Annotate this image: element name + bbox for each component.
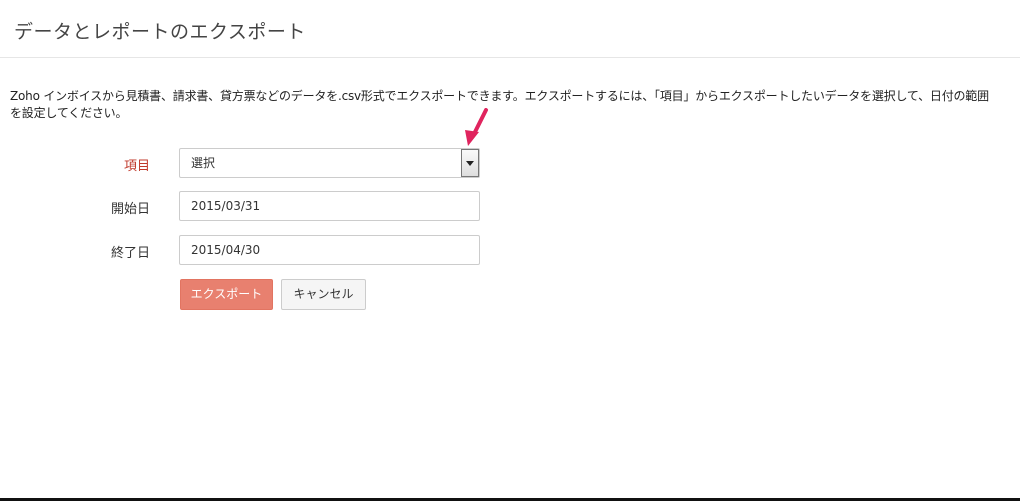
page-header: データとレポートのエクスポート — [0, 0, 1020, 58]
end-date-label: 終了日 — [110, 246, 150, 261]
export-button[interactable]: エクスポート — [180, 279, 273, 310]
chevron-down-icon[interactable] — [461, 149, 479, 177]
page-title: データとレポートのエクスポート — [14, 21, 306, 43]
item-label: 項目 — [123, 159, 150, 174]
export-page: データとレポートのエクスポート Zoho インボイスから見積書、請求書、貸方票な… — [0, 0, 1020, 501]
item-select[interactable]: 選択 — [179, 148, 480, 178]
cancel-button[interactable]: キャンセル — [281, 279, 366, 310]
end-date-row: 終了日 2015/04/30 — [0, 235, 1020, 265]
item-select-value: 選択 — [191, 156, 216, 170]
export-description: Zoho インボイスから見積書、請求書、貸方票などのデータを.csv形式でエクス… — [10, 89, 989, 120]
end-date-input[interactable]: 2015/04/30 — [179, 235, 480, 265]
start-date-label: 開始日 — [110, 202, 150, 217]
item-row: 項目 選択 — [0, 148, 1020, 178]
start-date-row: 開始日 2015/03/31 — [0, 191, 1020, 221]
start-date-input[interactable]: 2015/03/31 — [179, 191, 480, 221]
